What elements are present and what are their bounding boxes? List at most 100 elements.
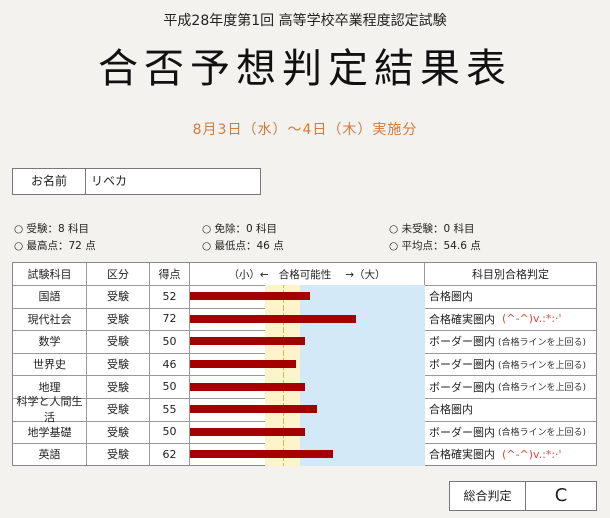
table-header-row: 試験科目 区分 得点 （小）← 合格可能性 →（大） 科目別合格判定 bbox=[13, 263, 596, 286]
pass-zone bbox=[300, 375, 425, 398]
header-probability: （小）← 合格可能性 →（大） bbox=[190, 263, 425, 285]
stat-avg: ○ 平均点：54.6 点 bbox=[389, 240, 481, 252]
subject-verdict: ボーダー圏内 (合格ラインを上回る) bbox=[425, 421, 596, 444]
header-verdict: 科目別合格判定 bbox=[472, 268, 549, 281]
subject-verdict: ボーダー圏内 (合格ラインを上回る) bbox=[425, 375, 596, 398]
table-row: 世界史 受験 46 ボーダー圏内 (合格ラインを上回る) bbox=[13, 352, 596, 377]
score-bar bbox=[190, 360, 296, 369]
subject-category: 受験 bbox=[87, 375, 150, 398]
subject-category: 受験 bbox=[87, 443, 150, 466]
score-bar bbox=[190, 337, 305, 346]
probability-axis-label: （小）← 合格可能性 →（大） bbox=[190, 263, 425, 285]
subject-name: 世界史 bbox=[13, 352, 87, 376]
subject-name: 科学と人間生活 bbox=[13, 395, 87, 424]
axis-high-label: →（大） bbox=[345, 268, 386, 281]
subject-category: 受験 bbox=[87, 398, 150, 421]
verdict-text: 合格確実圏内 bbox=[429, 448, 495, 462]
name-value: リベカ bbox=[91, 174, 128, 188]
stat-taken: ○ 受験：8 科目 bbox=[14, 223, 90, 235]
subject-category: 受験 bbox=[87, 352, 150, 376]
subject-category: 受験 bbox=[87, 307, 150, 331]
subject-score: 46 bbox=[150, 352, 190, 376]
verdict-text: ボーダー圏内 bbox=[429, 380, 495, 394]
verdict-text: ボーダー圏内 bbox=[429, 358, 495, 372]
probability-bar-cell bbox=[190, 285, 425, 308]
overall-verdict-label: 総合判定 bbox=[450, 482, 526, 510]
subject-name: 現代社会 bbox=[13, 307, 87, 331]
header-score: 得点 bbox=[150, 263, 190, 285]
pass-zone bbox=[300, 420, 425, 444]
score-bar bbox=[190, 314, 356, 323]
pass-zone bbox=[300, 352, 425, 376]
verdict-smiley: (^-^)v.:*:·' bbox=[502, 312, 562, 326]
stat-min: ○ 最低点：46 点 bbox=[202, 240, 284, 252]
subject-category: 受験 bbox=[87, 330, 150, 353]
page-title: 合否予想判定結果表 bbox=[98, 46, 512, 92]
overall-verdict-grade: C bbox=[554, 485, 568, 506]
table-row: 地学基礎 受験 50 ボーダー圏内 (合格ラインを上回る) bbox=[13, 420, 596, 445]
table-row: 英語 受験 62 合格確実圏内 (^-^)v.:*:·' bbox=[13, 443, 596, 466]
verdict-note: (合格ラインを上回る) bbox=[498, 383, 587, 394]
header-category: 区分 bbox=[87, 263, 150, 285]
verdict-text: 合格確実圏内 bbox=[429, 312, 495, 326]
name-label: お名前 bbox=[13, 169, 86, 194]
subject-verdict: 合格圏内 bbox=[425, 398, 596, 421]
axis-low-label: （小）← bbox=[228, 268, 269, 281]
verdict-note: (合格ラインを上回る) bbox=[498, 337, 587, 348]
subject-name: 英語 bbox=[13, 443, 87, 466]
subject-verdict: ボーダー圏内 (合格ラインを上回る) bbox=[425, 353, 596, 376]
stat-exempt: ○ 免除：0 科目 bbox=[202, 223, 278, 235]
subject-name: 地学基礎 bbox=[13, 420, 87, 444]
pass-zone bbox=[300, 330, 425, 353]
probability-bar-cell bbox=[190, 307, 425, 331]
subject-score: 50 bbox=[150, 330, 190, 353]
subject-category: 受験 bbox=[87, 285, 150, 308]
axis-mid-label: 合格可能性 bbox=[278, 268, 332, 281]
header-subject: 試験科目 bbox=[13, 263, 87, 285]
stat-untaken: ○ 未受験：0 科目 bbox=[389, 223, 475, 235]
verdict-text: ボーダー圏内 bbox=[429, 335, 495, 349]
probability-bar-cell bbox=[190, 443, 425, 466]
table-row: 数学 受験 50 ボーダー圏内 (合格ラインを上回る) bbox=[13, 330, 596, 354]
probability-bar-cell bbox=[190, 420, 425, 444]
subject-score: 50 bbox=[150, 420, 190, 444]
verdict-note: (合格ラインを上回る) bbox=[498, 360, 587, 371]
name-field: お名前 リベカ bbox=[12, 168, 261, 195]
overall-verdict: 総合判定 C bbox=[449, 481, 597, 511]
probability-bar-cell bbox=[190, 398, 425, 421]
stat-max: ○ 最高点：72 点 bbox=[14, 240, 96, 252]
subject-name: 国語 bbox=[13, 285, 87, 308]
probability-bar-cell bbox=[190, 375, 425, 398]
score-bar bbox=[190, 292, 310, 301]
subject-score: 72 bbox=[150, 307, 190, 331]
table-row: 国語 受験 52 合格圏内 bbox=[13, 285, 596, 309]
subject-category: 受験 bbox=[87, 420, 150, 444]
verdict-note: (合格ラインを上回る) bbox=[498, 428, 587, 439]
table-row: 科学と人間生活 受験 55 合格圏内 bbox=[13, 395, 596, 424]
subject-verdict: 合格圏内 bbox=[425, 285, 596, 308]
score-bar bbox=[190, 405, 317, 414]
subject-verdict: 合格確実圏内 (^-^)v.:*:·' bbox=[425, 443, 596, 466]
subject-score: 52 bbox=[150, 285, 190, 308]
table-row: 地理 受験 50 ボーダー圏内 (合格ラインを上回る) bbox=[13, 375, 596, 399]
score-bar bbox=[190, 427, 305, 436]
subject-verdict: 合格確実圏内 (^-^)v.:*:·' bbox=[425, 308, 596, 331]
subject-verdict: ボーダー圏内 (合格ラインを上回る) bbox=[425, 330, 596, 353]
subject-score: 55 bbox=[150, 398, 190, 421]
pass-zone bbox=[300, 398, 425, 421]
results-table: 試験科目 区分 得点 （小）← 合格可能性 →（大） 科目別合格判定 国語 受験 5… bbox=[12, 262, 597, 466]
verdict-text: 合格圏内 bbox=[429, 403, 473, 417]
subject-score: 62 bbox=[150, 443, 190, 466]
probability-bar-cell bbox=[190, 330, 425, 353]
subject-name: 数学 bbox=[13, 330, 87, 353]
exam-dates: 8月3日（水）～4日（木）実施分 bbox=[192, 122, 418, 138]
verdict-smiley: (^-^)v.:*:·' bbox=[502, 447, 562, 461]
subject-score: 50 bbox=[150, 375, 190, 398]
exam-subtitle: 平成28年度第1回 高等学校卒業程度認定試験 bbox=[163, 13, 447, 29]
verdict-text: ボーダー圏内 bbox=[429, 425, 495, 439]
probability-bar-cell bbox=[190, 352, 425, 376]
pass-zone bbox=[300, 285, 425, 308]
score-bar bbox=[190, 450, 333, 459]
table-row: 現代社会 受験 72 合格確実圏内 (^-^)v.:*:·' bbox=[13, 307, 596, 332]
score-bar bbox=[190, 382, 305, 391]
